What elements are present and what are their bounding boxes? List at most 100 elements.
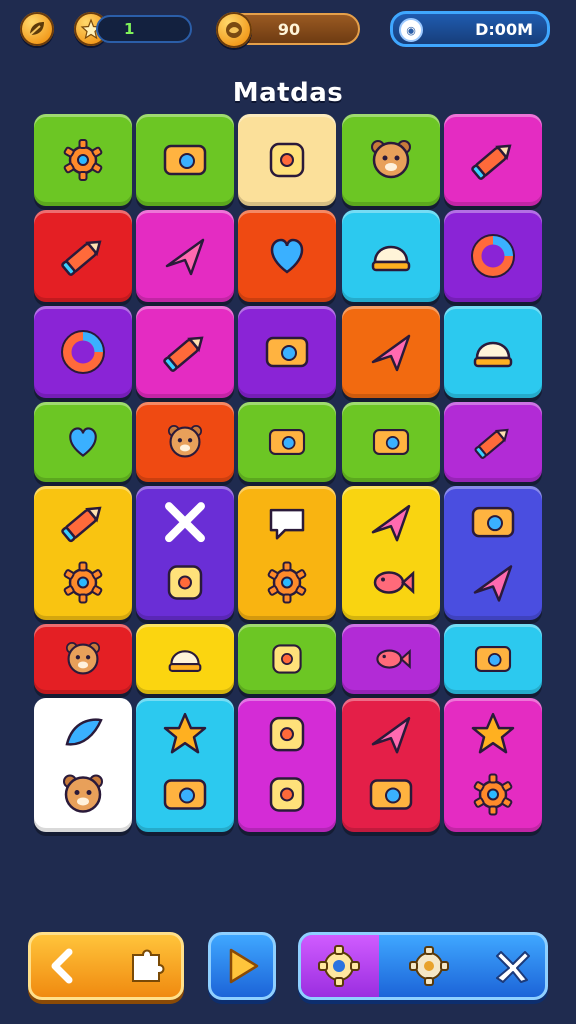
potion-icon [269, 777, 305, 812]
arrow-badge-icon [371, 716, 411, 754]
paper-plane-icon [371, 334, 411, 372]
game-tile[interactable] [136, 210, 234, 302]
x-cross-icon[interactable] [491, 944, 535, 988]
game-tile[interactable] [342, 306, 440, 398]
game-tile[interactable] [34, 210, 132, 302]
star-icon [471, 712, 515, 754]
game-tile[interactable] [444, 624, 542, 694]
leaf-icon [29, 22, 44, 36]
game-tile[interactable] [444, 306, 542, 398]
shiba-dog-icon [167, 424, 203, 458]
ring-icon [471, 234, 515, 278]
chevron-left-icon [51, 948, 73, 984]
basket-icon [369, 779, 413, 810]
game-tile[interactable] [444, 210, 542, 302]
camera-icon [265, 336, 309, 368]
game-tile[interactable] [136, 402, 234, 482]
game-tile[interactable] [342, 402, 440, 482]
game-tile[interactable] [136, 306, 234, 398]
helmet-icon [168, 650, 202, 672]
game-tile[interactable] [238, 114, 336, 206]
lives-value: 1 [124, 20, 135, 38]
bear-icon [65, 641, 101, 675]
crayon-icon [61, 506, 102, 543]
virus-icon [267, 561, 307, 604]
x-cross-icon [165, 502, 205, 543]
game-tile[interactable] [444, 114, 542, 206]
game-tile[interactable] [444, 486, 542, 620]
fish-icon [376, 648, 411, 670]
pencil-icon [474, 428, 509, 459]
clock-icon: ◉ [399, 18, 423, 42]
calculator-icon [268, 429, 306, 455]
heart-hands-icon [69, 427, 97, 457]
game-tile[interactable] [238, 486, 336, 620]
timer-display: ◉ D:00M [390, 11, 550, 47]
chat-bubble-icon [269, 508, 305, 540]
brush-icon [269, 716, 305, 752]
star-icon [163, 712, 207, 754]
game-tile[interactable] [136, 624, 234, 694]
game-tile[interactable] [238, 210, 336, 302]
gear-icon [63, 139, 103, 181]
game-tile[interactable] [34, 114, 132, 206]
top-hud: 1 90 ◉ D:00M [0, 0, 576, 60]
keypad-icon [471, 506, 515, 538]
frame-icon [163, 779, 207, 810]
play-button[interactable] [208, 932, 276, 1000]
game-tile[interactable] [342, 486, 440, 620]
camera-icon [474, 646, 512, 672]
level-title: Matdas [232, 78, 344, 108]
heart-arrow-icon [270, 238, 304, 274]
game-tile[interactable] [444, 698, 542, 832]
rocket-icon [165, 238, 205, 276]
coins-value: 90 [277, 19, 301, 39]
feather-icon [65, 718, 103, 746]
marker-icon [163, 336, 204, 372]
game-tile[interactable] [238, 402, 336, 482]
sun-face-icon [473, 773, 513, 816]
game-tile[interactable] [342, 114, 440, 206]
game-tile[interactable] [136, 698, 234, 832]
cupcake-icon [371, 245, 411, 272]
lives-counter: 1 [96, 15, 192, 43]
teddy-bear-icon [63, 774, 103, 813]
game-tile[interactable] [136, 486, 234, 620]
game-tile[interactable] [34, 486, 132, 620]
sun-gear-icon [63, 561, 103, 604]
game-tile[interactable] [444, 402, 542, 482]
pencil-icon [471, 144, 512, 180]
dropper-icon [272, 644, 302, 674]
powerup-tray [298, 932, 548, 1000]
gear-icon[interactable] [317, 944, 361, 988]
game-tile[interactable] [34, 698, 132, 832]
coin-icon [216, 12, 252, 48]
game-tile[interactable] [34, 402, 132, 482]
game-tile[interactable] [238, 698, 336, 832]
gamepad-icon [372, 429, 410, 455]
timer-value: D:00M [475, 19, 533, 39]
game-tile[interactable] [34, 306, 132, 398]
game-tile[interactable] [342, 210, 440, 302]
monster-icon [371, 140, 411, 179]
game-tile[interactable] [342, 624, 440, 694]
puzzle-icon [132, 949, 165, 982]
send-bubble-icon [371, 504, 411, 542]
menu-button[interactable] [20, 12, 54, 46]
donut-icon [61, 330, 105, 374]
rocket-icon [473, 565, 513, 602]
game-tile[interactable] [238, 624, 336, 694]
puzzle-icon [167, 565, 203, 600]
battery-icon [163, 144, 207, 176]
game-tile[interactable] [342, 698, 440, 832]
play-icon [229, 948, 259, 984]
game-tile[interactable] [238, 306, 336, 398]
gear-icon[interactable] [407, 944, 451, 988]
swirl-badge-icon [269, 142, 305, 178]
bird-icon [373, 570, 415, 595]
back-button[interactable] [28, 932, 184, 1000]
bell-icon [473, 341, 513, 368]
game-tile[interactable] [34, 624, 132, 694]
pencil-icon [61, 240, 102, 276]
game-tile[interactable] [136, 114, 234, 206]
